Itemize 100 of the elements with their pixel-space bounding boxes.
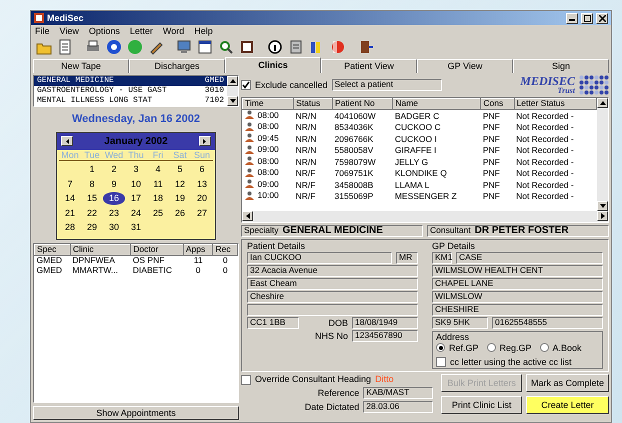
calendar-day[interactable]: 20 xyxy=(191,192,213,205)
address-field[interactable]: 32 Acacia Avenue xyxy=(247,265,418,278)
column-header[interactable]: Rec xyxy=(212,244,238,256)
show-appointments-button[interactable]: Show Appointments xyxy=(33,406,239,420)
specialty-item[interactable]: MENTAL ILLNESS LONG STAT 7102 xyxy=(34,96,227,106)
menu-item[interactable]: Word xyxy=(162,26,184,36)
maximize-button[interactable] xyxy=(581,12,593,24)
radio-button[interactable] xyxy=(540,343,549,352)
toolbar-button[interactable] xyxy=(105,38,123,56)
patient-select-field[interactable]: Select a patient xyxy=(332,79,442,91)
appointment-row[interactable]: 10:00 NR/F 3155069P MESSENGER Z PNF Not Recorded - xyxy=(242,190,596,202)
calendar-day[interactable]: 8 xyxy=(81,178,103,190)
menu-item[interactable]: File xyxy=(35,26,50,36)
column-header[interactable]: Apps xyxy=(183,244,213,256)
menu-item[interactable]: Letter xyxy=(130,26,153,36)
checkbox[interactable] xyxy=(241,80,251,90)
calendar-day[interactable]: 6 xyxy=(191,163,213,176)
scrollbar[interactable] xyxy=(242,211,608,222)
toolbar-button[interactable] xyxy=(175,38,193,56)
calendar-day[interactable]: 22 xyxy=(81,206,103,219)
name-field[interactable]: Ian CUCKOO xyxy=(247,252,392,264)
minimize-button[interactable] xyxy=(566,12,578,24)
calendar-day[interactable]: 11 xyxy=(147,178,169,190)
text-field[interactable]: 28.03.06 xyxy=(363,400,434,413)
calendar-day[interactable]: 25 xyxy=(147,206,169,219)
column-header[interactable]: Patient No xyxy=(332,98,393,110)
column-header[interactable]: Doctor xyxy=(130,244,184,256)
calendar-day[interactable]: 16 xyxy=(103,192,125,205)
phone-field[interactable]: 01625548555 xyxy=(492,317,603,330)
title-field[interactable]: MR xyxy=(396,252,418,264)
action-button[interactable]: Print Clinic List xyxy=(441,396,522,414)
dob-field[interactable]: 18/08/1949 xyxy=(352,317,418,330)
appointment-row[interactable]: 08:00 NR/N 8534036K CUCKOO C PNF Not Recorded - xyxy=(242,121,596,133)
appointment-row[interactable]: 08:00 NR/N 7598079W JELLY G PNF Not Recorded - xyxy=(242,156,596,168)
radio-button[interactable] xyxy=(486,343,496,352)
scrollbar[interactable] xyxy=(227,76,238,106)
calendar-day[interactable]: 28 xyxy=(59,220,81,234)
appointment-row[interactable]: 08:00 NR/N 4041060W BADGER C PNF Not Recorded - xyxy=(242,109,596,122)
checkbox[interactable] xyxy=(241,374,251,385)
calendar-day[interactable]: 7 xyxy=(59,178,81,190)
tab[interactable]: Clinics xyxy=(225,57,321,73)
radio-button[interactable] xyxy=(436,343,445,352)
calendar-day[interactable]: 17 xyxy=(125,192,147,205)
action-button[interactable]: Create Letter xyxy=(526,396,609,414)
next-month-button[interactable] xyxy=(198,136,211,146)
toolbar-button[interactable] xyxy=(217,38,235,56)
gp-code-field[interactable]: KM1 xyxy=(432,252,452,264)
scrollbar[interactable] xyxy=(597,98,608,211)
calendar-day[interactable]: 1 xyxy=(81,163,103,176)
column-header[interactable]: Clinic xyxy=(70,244,131,256)
calendar-day[interactable]: 12 xyxy=(169,178,191,190)
close-button[interactable] xyxy=(596,12,608,24)
address-field[interactable]: CHESHIRE xyxy=(432,304,603,316)
calendar-day[interactable]: 4 xyxy=(147,163,169,176)
calendar-day[interactable]: 30 xyxy=(103,220,125,234)
calendar-day[interactable]: 18 xyxy=(147,192,169,205)
address-field[interactable]: CHAPEL LANE xyxy=(432,278,603,290)
tab[interactable]: Sign xyxy=(513,59,609,73)
address-field[interactable]: East Cheam xyxy=(247,278,418,290)
gp-name-field[interactable]: CASE xyxy=(456,252,603,264)
tab[interactable]: GP View xyxy=(417,59,513,73)
text-field[interactable]: KAB/MAST xyxy=(363,386,434,399)
calendar-day[interactable]: 21 xyxy=(59,206,81,219)
address-field[interactable]: WILMSLOW HEALTH CENT xyxy=(432,265,603,278)
tab[interactable]: Patient View xyxy=(321,59,417,73)
calendar-day[interactable]: 27 xyxy=(191,206,213,219)
calendar-day[interactable]: 14 xyxy=(59,192,81,205)
calendar-day[interactable]: 24 xyxy=(125,206,147,219)
column-header[interactable]: Letter Status xyxy=(514,98,596,110)
menu-item[interactable]: View xyxy=(60,26,79,36)
calendar[interactable]: January 2002 Mon Tue Wed Thu Fri Sat Sun 1 2 3 4 5 6 7 8 9 10 11 12 13 14 15 16 17 18 19 20 21 22 23 24 25 26 27 28 29 30 31 xyxy=(56,132,216,240)
calendar-day[interactable]: 2 xyxy=(103,163,125,176)
column-header[interactable]: Cons xyxy=(480,98,514,110)
address-field[interactable]: WILMSLOW xyxy=(432,291,603,304)
menu-item[interactable]: Options xyxy=(88,26,120,36)
action-button[interactable]: Mark as Complete xyxy=(526,374,609,392)
postcode-field[interactable]: CC1 1BB xyxy=(247,317,299,330)
column-header[interactable]: Status xyxy=(294,98,333,110)
calendar-day[interactable]: 9 xyxy=(103,178,125,190)
column-header[interactable]: Spec xyxy=(34,244,70,256)
column-header[interactable]: Name xyxy=(392,98,481,110)
calendar-day[interactable]: 23 xyxy=(103,206,125,219)
toolbar-button[interactable] xyxy=(196,38,214,56)
nhs-number-field[interactable]: 1234567890 xyxy=(352,330,418,342)
address-field[interactable] xyxy=(247,304,418,316)
checkbox[interactable] xyxy=(436,357,446,368)
appointment-row[interactable]: 09:00 NR/N 5580058V GIRAFFE I PNF Not Recorded - xyxy=(242,144,596,156)
calendar-day[interactable]: 29 xyxy=(81,220,103,234)
menu-item[interactable]: Help xyxy=(194,26,213,36)
specialty-item[interactable]: GENERAL MEDICINE GMED xyxy=(34,76,227,86)
column-header[interactable]: Time xyxy=(242,98,294,110)
tab[interactable]: Discharges xyxy=(129,59,225,73)
previous-month-button[interactable] xyxy=(61,136,73,146)
toolbar-button[interactable] xyxy=(266,38,284,56)
appointment-row[interactable]: 08:00 NR/F 7069751K KLONDIKE Q PNF Not Recorded - xyxy=(242,167,596,179)
appointment-row[interactable]: 09:00 NR/F 3458008B LLAMA L PNF Not Recorded - xyxy=(242,178,596,190)
calendar-day[interactable]: 13 xyxy=(191,178,213,190)
specialty-item[interactable]: GASTROENTEROLOGY - USE GAST 3010 xyxy=(34,86,227,96)
calendar-day[interactable]: 31 xyxy=(125,220,147,234)
calendar-day[interactable]: 15 xyxy=(81,192,103,205)
